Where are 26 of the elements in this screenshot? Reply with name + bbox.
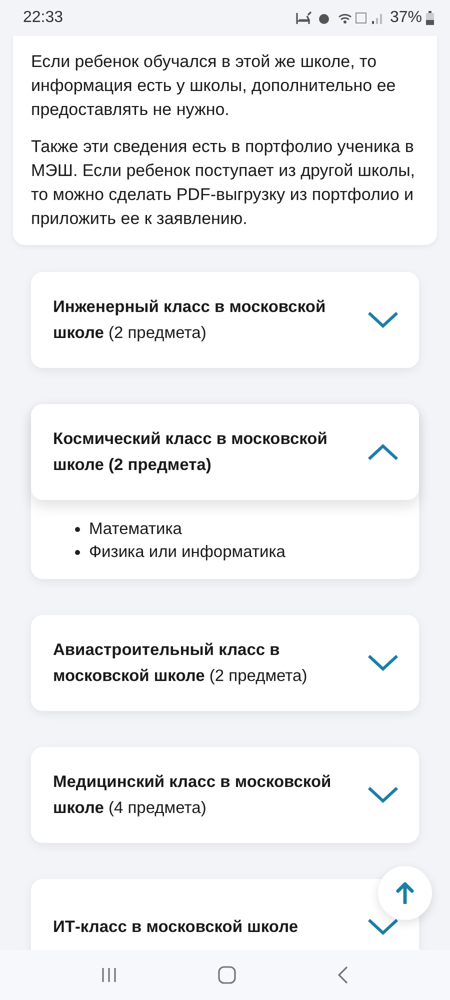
accordion-header[interactable]: ИТ-класс в московской школе bbox=[31, 879, 419, 950]
accordion-title: Космический класс в московской школе (2 предмета) bbox=[53, 429, 328, 476]
recent-apps-icon[interactable] bbox=[100, 967, 117, 983]
accordion-title: Инженерный класс в московской школе (2 предмета) bbox=[53, 297, 327, 344]
arrow-up-icon bbox=[396, 882, 414, 904]
chevron-down-icon bbox=[367, 311, 399, 329]
battery-icon bbox=[426, 11, 434, 25]
accordion-title: ИТ-класс в московской школе bbox=[53, 916, 298, 938]
accordion-header[interactable]: Инженерный класс в московской школе (2 предмета) bbox=[31, 272, 419, 368]
chevron-down-icon bbox=[367, 918, 399, 936]
accordion-title: Медицинский класс в московской школе (4 предмета) bbox=[53, 772, 332, 819]
info-paragraph: Если ребенок обучался в этой же школе, то информация есть у школы, дополнительно ее предоставлять не нужно. bbox=[31, 51, 397, 121]
chevron-down-icon bbox=[367, 654, 399, 672]
info-paragraph: Также эти сведения есть в портфолио ученика в МЭШ. Если ребенок поступает из другой школы, то можно сделать PDF-выгрузку из портфолио и приложить ее к заявлению. bbox=[31, 136, 416, 230]
subject-item: Математика bbox=[89, 519, 182, 540]
accordion-title: Авиастроительный класс в московской школе (2 предмета) bbox=[53, 640, 308, 687]
home-icon[interactable] bbox=[218, 966, 236, 984]
chevron-down-icon bbox=[367, 786, 399, 804]
status-time: 22:33 bbox=[23, 9, 64, 27]
battery-level: 37% bbox=[390, 9, 422, 27]
accordion-header[interactable]: Медицинский класс в московской школе (4 предмета) bbox=[31, 747, 419, 843]
accordion-header[interactable]: Авиастроительный класс в московской школе (2 предмета) bbox=[31, 615, 419, 711]
chevron-up-icon bbox=[367, 443, 399, 461]
subject-item: Физика или информатика bbox=[89, 542, 286, 563]
accordion-header[interactable]: Космический класс в московской школе (2 предмета) bbox=[31, 404, 419, 500]
back-icon[interactable] bbox=[337, 966, 350, 984]
